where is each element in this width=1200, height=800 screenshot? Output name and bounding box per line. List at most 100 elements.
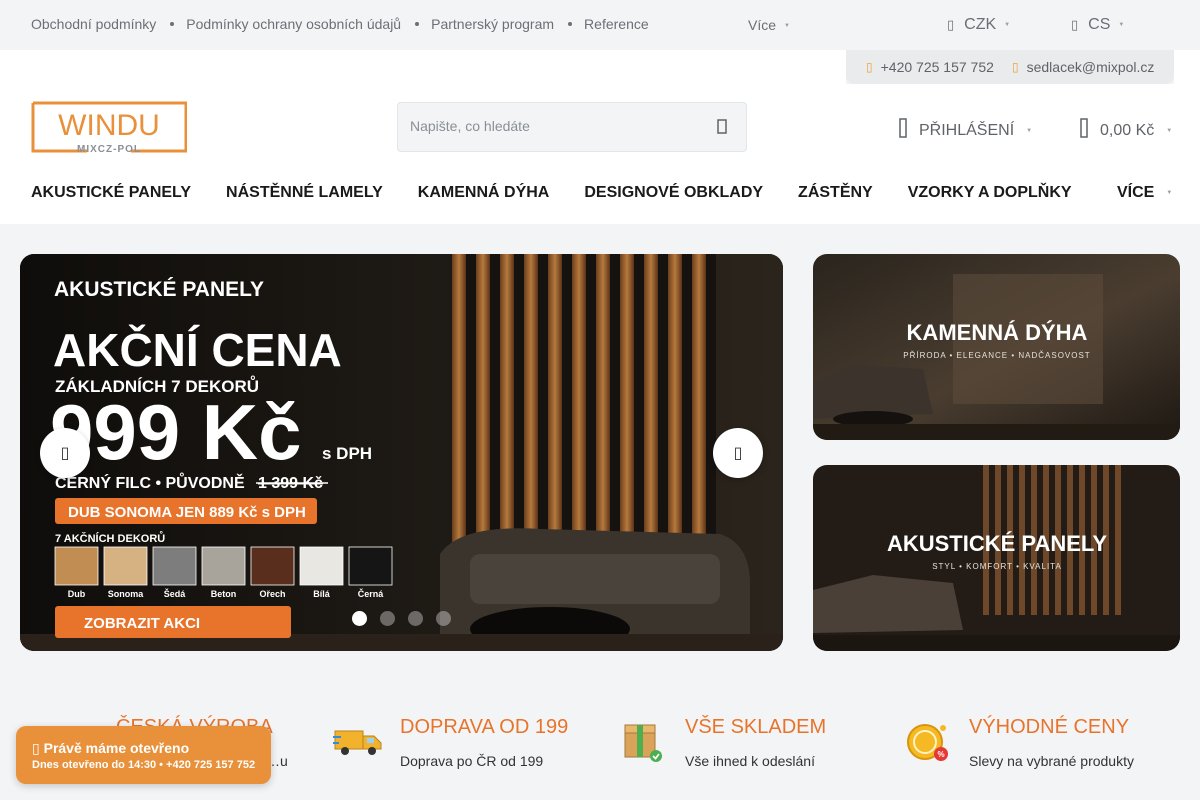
- clock-icon: ▯: [32, 740, 40, 756]
- top-links: Obchodní podmínky Podmínky ochrany osobn…: [31, 16, 649, 32]
- decor-swatch: [103, 546, 148, 586]
- search-box: [397, 102, 747, 152]
- nav-more-dropdown[interactable]: VÍCE ▼: [1117, 184, 1172, 202]
- header-fill: [0, 50, 846, 84]
- decor-swatch: [250, 546, 295, 586]
- banner-title: AKUSTICKÉ PANELY: [887, 531, 1107, 556]
- feature-doprava: DOPRAVA OD 199 Doprava po ČR od 199: [400, 716, 568, 769]
- top-more-dropdown[interactable]: Více ▼: [748, 17, 790, 33]
- contact-email-text: sedlacek@mixpol.cz: [1026, 59, 1155, 75]
- banner-akusticke-panely[interactable]: AKUSTICKÉ PANELY STYL • KOMFORT • KVALIT…: [813, 465, 1180, 651]
- hero-banner-image: AKUSTICKÉ PANELY AKČNÍ CENA ZÁKLADNÍCH 7…: [20, 254, 783, 651]
- decor-swatch: [201, 546, 246, 586]
- email-icon: ▯: [1012, 60, 1019, 74]
- cart-total: 0,00 Kč: [1100, 121, 1155, 139]
- separator-dot: [415, 22, 420, 26]
- decor-swatch-label: Sonoma: [108, 589, 144, 599]
- truck-icon: [333, 725, 383, 764]
- chevron-down-icon: ▼: [1026, 127, 1033, 134]
- box-check-icon: [622, 721, 664, 768]
- top-bar: Obchodní podmínky Podmínky ochrany osobn…: [0, 0, 1200, 50]
- slider-dot[interactable]: [436, 611, 451, 626]
- decor-swatch-label: Dub: [68, 589, 86, 599]
- hero-decors-title: 7 AKČNÍCH DEKORŮ: [55, 531, 165, 545]
- chevron-down-icon: ▼: [1166, 189, 1173, 196]
- svg-text:%: %: [937, 750, 944, 759]
- contact-phone[interactable]: ▯ +420 725 157 752: [866, 59, 994, 75]
- slider-dot[interactable]: [408, 611, 423, 626]
- separator-dot: [568, 22, 573, 26]
- login-button[interactable]: PŘIHLÁŠENÍ ▼: [899, 118, 1032, 143]
- top-link-privacy[interactable]: Podmínky ochrany osobních údajů: [186, 16, 401, 32]
- chevron-down-icon: ▼: [784, 23, 790, 30]
- cart-button[interactable]: 0,00 Kč ▼: [1080, 118, 1172, 143]
- hero-cta: ZOBRAZIT AKCI: [84, 615, 200, 632]
- chevron-left-icon: ▯: [60, 445, 70, 462]
- feature-ceny: VÝHODNÉ CENY Slevy na vybrané produkty: [969, 716, 1134, 769]
- coins-icon: %: [903, 718, 951, 769]
- hero-slider[interactable]: AKUSTICKÉ PANELY AKČNÍ CENA ZÁKLADNÍCH 7…: [20, 254, 783, 651]
- search-input[interactable]: [410, 118, 690, 134]
- nav-more-label: VÍCE: [1117, 184, 1155, 201]
- top-more-label: Více: [748, 17, 777, 33]
- nav-item-kamenna-dyha[interactable]: KAMENNÁ DÝHA: [418, 184, 550, 202]
- feature-subtitle: Slevy na vybrané produkty: [969, 753, 1134, 769]
- hero-headline: AKČNÍ CENA: [53, 324, 342, 376]
- login-label: PŘIHLÁŠENÍ: [919, 121, 1015, 139]
- currency-selector[interactable]: ▯ CZK ▼: [947, 16, 1010, 34]
- slider-dot[interactable]: [352, 611, 367, 626]
- slider-dots: [352, 611, 464, 626]
- logo-text: WINDU: [58, 109, 160, 142]
- feature-skladem: VŠE SKLADEM Vše ihned k odeslání: [685, 716, 826, 769]
- main-nav: AKUSTICKÉ PANELY NÁSTĚNNÉ LAMELY KAMENNÁ…: [31, 184, 1107, 202]
- language-selector[interactable]: ▯ CS ▼: [1071, 16, 1124, 34]
- feature-subtitle: Doprava po ČR od 199: [400, 753, 544, 769]
- banner-subtitle: STYL • KOMFORT • KVALITA: [932, 562, 1062, 571]
- currency-icon: ▯: [947, 17, 955, 32]
- banner-kamenna-dyha[interactable]: KAMENNÁ DÝHA PŘÍRODA • ELEGANCE • NADČAS…: [813, 254, 1180, 440]
- slider-next-button[interactable]: ▯: [713, 428, 763, 478]
- contact-strip: ▯ +420 725 157 752 ▯ sedlacek@mixpol.cz: [846, 50, 1174, 84]
- open-badge-title-row: ▯ Právě máme otevřeno: [32, 740, 189, 757]
- decor-swatch-label: Ořech: [259, 589, 285, 599]
- contact-email[interactable]: ▯ sedlacek@mixpol.cz: [1012, 59, 1154, 75]
- logo-subtext: MIXCZ-POL: [77, 144, 141, 153]
- currency-label: CZK: [964, 16, 997, 33]
- feature-title: VŠE SKLADEM: [685, 716, 827, 738]
- hero-price-note: s DPH: [322, 444, 372, 463]
- open-hours-badge[interactable]: ▯ Právě máme otevřeno Dnes otevřeno do 1…: [16, 726, 271, 784]
- banner-title: KAMENNÁ DÝHA: [907, 320, 1088, 345]
- separator-dot: [170, 22, 175, 26]
- open-badge-detail: Dnes otevřeno do 14:30 • +420 725 157 75…: [32, 759, 256, 771]
- chevron-down-icon: ▼: [1004, 22, 1011, 28]
- chevron-down-icon: ▼: [1118, 22, 1125, 28]
- contact-phone-text: +420 725 157 752: [880, 59, 994, 75]
- hero-promo: DUB SONOMA JEN 889 Kč s DPH: [68, 504, 306, 521]
- header-fill: [1174, 50, 1200, 84]
- nav-item-zasteny[interactable]: ZÁSTĚNY: [798, 184, 873, 202]
- nav-item-nastenne-lamely[interactable]: NÁSTĚNNÉ LAMELY: [226, 184, 383, 202]
- top-link-terms[interactable]: Obchodní podmínky: [31, 16, 156, 32]
- feature-title: DOPRAVA OD 199: [400, 716, 569, 738]
- chevron-down-icon: ▼: [1166, 127, 1173, 134]
- language-icon: ▯: [1071, 17, 1079, 32]
- windu-logo[interactable]: WINDU MIXCZ-POL: [31, 101, 188, 155]
- user-icon: [899, 118, 907, 143]
- top-link-partner[interactable]: Partnerský program: [431, 16, 554, 32]
- nav-item-designove-obklady[interactable]: DESIGNOVÉ OBKLADY: [584, 184, 763, 202]
- decor-swatch-label: Beton: [211, 589, 237, 599]
- chevron-right-icon: ▯: [733, 445, 743, 462]
- decor-swatch: [54, 546, 99, 586]
- nav-item-akusticke-panely[interactable]: AKUSTICKÉ PANELY: [31, 184, 191, 202]
- decor-swatch-label: Šedá: [164, 588, 187, 599]
- search-icon[interactable]: [715, 118, 731, 136]
- slider-prev-button[interactable]: ▯: [40, 428, 90, 478]
- nav-item-vzorky[interactable]: VZORKY A DOPLŇKY: [908, 184, 1072, 202]
- open-badge-title: Právě máme otevřeno: [43, 740, 190, 756]
- language-label: CS: [1088, 16, 1111, 33]
- slider-dot[interactable]: [380, 611, 395, 626]
- banner-subtitle: PŘÍRODA • ELEGANCE • NADČASOVOST: [903, 351, 1090, 360]
- decor-swatch-label: Černá: [358, 588, 385, 599]
- top-link-reference[interactable]: Reference: [584, 16, 649, 32]
- decor-swatch: [348, 546, 393, 586]
